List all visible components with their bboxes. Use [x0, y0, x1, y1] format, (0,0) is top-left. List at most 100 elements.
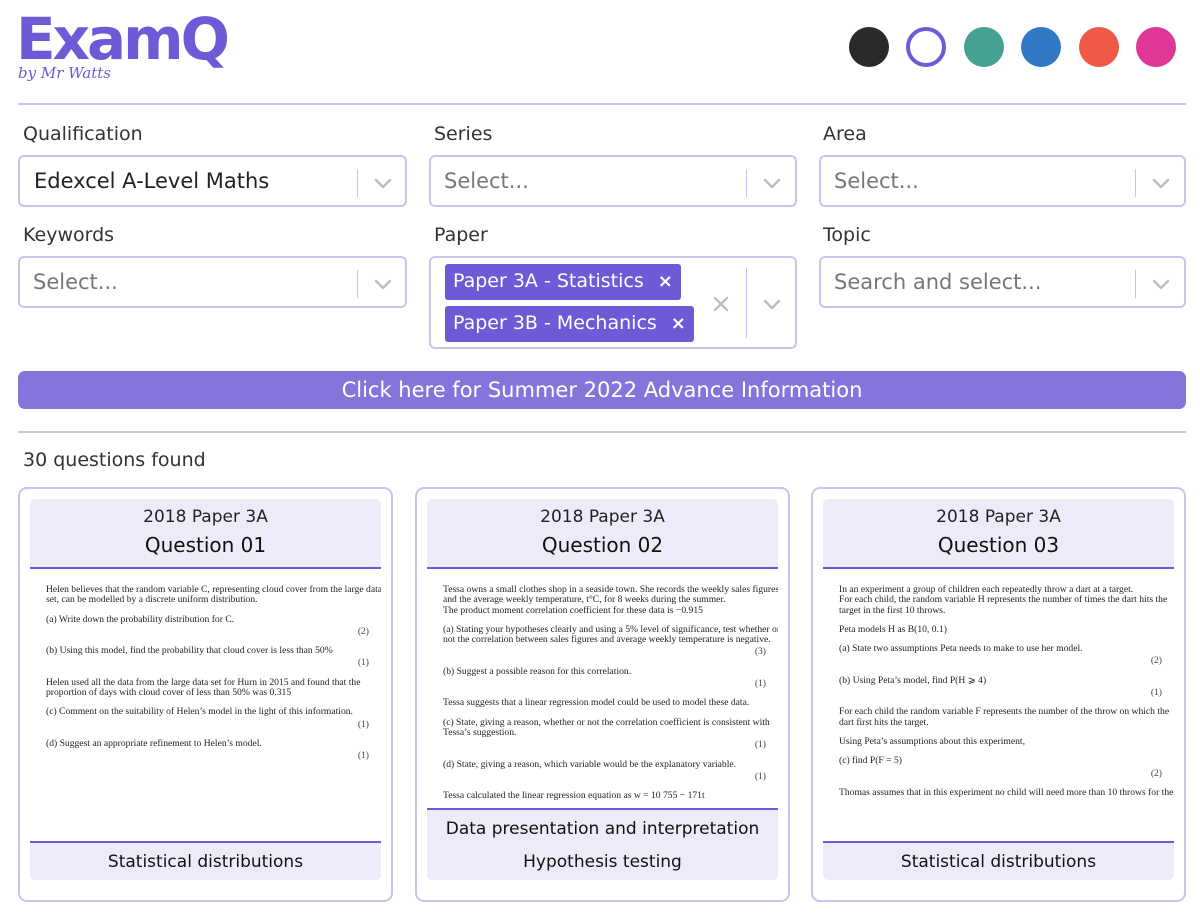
chevron-down-icon[interactable] [760, 292, 784, 316]
select-separator [1135, 270, 1136, 298]
topic-label: Topic [823, 224, 871, 246]
marks-label: (2) [357, 625, 369, 637]
question-preview: In an experiment a group of children eac… [823, 569, 1174, 817]
header-divider [18, 103, 1186, 105]
topic-search-select[interactable]: Search and select... [819, 256, 1186, 308]
marks-label: (3) [754, 646, 766, 658]
theme-swatch-pink[interactable] [1136, 27, 1176, 67]
select-separator [746, 169, 747, 197]
question-text-line: (b) Using Peta’s model, find P(H ⩾ 4) [839, 674, 987, 686]
remove-tag-icon[interactable]: × [671, 313, 686, 334]
question-text-line: Tessa suggests that a linear regression … [443, 697, 750, 709]
question-text-line: The product moment correlation coefficie… [443, 604, 703, 616]
question-card[interactable]: 2018 Paper 3A Question 02 Tessa owns a sma… [415, 487, 790, 902]
advance-information-banner[interactable]: Click here for Summer 2022 Advance Infor… [18, 371, 1186, 409]
theme-swatch-red[interactable] [1079, 27, 1119, 67]
card-paper-year: 2018 Paper 3A [540, 507, 665, 527]
question-text-line: (d) State, giving a reason, which variab… [443, 758, 737, 770]
card-header: 2018 Paper 3A Question 01 [30, 499, 381, 569]
series-select[interactable]: Select... [429, 155, 797, 207]
card-question-number: Question 03 [937, 533, 1060, 557]
question-text-line: Tessa’s suggestion. [443, 726, 517, 738]
qualification-value: Edexcel A-Level Maths [34, 169, 270, 193]
theme-swatch-teal[interactable] [964, 27, 1004, 67]
question-text-line: Thomas assumes that in this experiment n… [839, 786, 1174, 798]
question-text-line: (d) Suggest an appropriate refinement to… [46, 737, 262, 749]
marks-label: (1) [357, 657, 369, 669]
topic-placeholder: Search and select... [834, 270, 1042, 294]
question-text-line: Tessa calculated the linear regression e… [443, 790, 705, 802]
question-text-line: not the correlation between sales figure… [443, 634, 771, 646]
card-paper-year: 2018 Paper 3A [936, 507, 1061, 527]
clear-all-icon[interactable] [711, 294, 731, 314]
chevron-down-icon[interactable] [1149, 171, 1173, 195]
card-topics: Statistical distributions [823, 841, 1174, 880]
question-text-line: set, can be modelled by a discrete unifo… [46, 594, 258, 606]
card-header: 2018 Paper 3A Question 02 [427, 499, 778, 569]
question-text-line: (b) Suggest a possible reason for this c… [443, 665, 632, 677]
theme-swatch-dark[interactable] [849, 27, 889, 67]
marks-label: (1) [357, 718, 369, 730]
card-paper-year: 2018 Paper 3A [143, 507, 268, 527]
theme-swatch-blue[interactable] [1021, 27, 1061, 67]
chevron-down-icon[interactable] [371, 171, 395, 195]
question-text-line: dart first hits the target. [839, 716, 929, 728]
marks-label: (1) [357, 750, 369, 762]
question-text-line: target in the first 10 throws. [839, 604, 946, 616]
marks-label: (2) [1150, 655, 1162, 667]
paper-tag-label: Paper 3A - Statistics [453, 270, 644, 292]
chevron-down-icon[interactable] [1149, 272, 1173, 296]
select-separator [746, 268, 747, 338]
question-text-line: Using Peta’s assumptions about this expe… [839, 735, 1025, 747]
topic-label: Statistical distributions [107, 852, 304, 872]
paper-tag-3b: Paper 3B - Mechanics × [445, 306, 694, 342]
marks-label: (1) [754, 770, 766, 782]
keywords-label: Keywords [23, 224, 115, 246]
paper-label: Paper [434, 224, 488, 246]
paper-multiselect[interactable]: Paper 3A - Statistics × Paper 3B - Mechan… [429, 256, 797, 349]
keywords-select[interactable]: Select... [18, 256, 407, 308]
question-preview: Helen believes that the random variable … [30, 569, 381, 817]
theme-swatch-purple[interactable] [906, 27, 946, 67]
logo-wordmark: ExamQ [16, 5, 230, 73]
card-topics: Statistical distributions [30, 841, 381, 880]
question-text-line: (a) Write down the probability distribut… [46, 613, 235, 625]
question-text-line: proportion of days with cloud cover of l… [46, 687, 292, 699]
results-divider [18, 431, 1186, 433]
card-question-number: Question 01 [144, 533, 267, 557]
keywords-placeholder: Select... [33, 270, 118, 294]
qualification-label: Qualification [23, 123, 143, 145]
marks-label: (1) [754, 739, 766, 751]
question-text-line: (b) Using this model, find the probabili… [46, 645, 333, 657]
chevron-down-icon[interactable] [371, 272, 395, 296]
marks-label: (1) [1150, 687, 1162, 699]
paper-tag-3a: Paper 3A - Statistics × [445, 264, 681, 300]
select-separator [357, 270, 358, 298]
remove-tag-icon[interactable]: × [658, 271, 673, 292]
logo-tagline: by Mr Watts [18, 64, 111, 82]
area-select[interactable]: Select... [819, 155, 1186, 207]
series-label: Series [434, 123, 493, 145]
topic-label: Hypothesis testing [523, 852, 682, 872]
question-text-line: (c) Comment on the suitability of Helen’… [46, 706, 353, 718]
topic-label: Statistical distributions [900, 852, 1097, 872]
select-separator [1135, 169, 1136, 197]
series-placeholder: Select... [444, 169, 529, 193]
examq-logo[interactable]: ExamQ by Mr Watts [16, 5, 230, 90]
area-placeholder: Select... [834, 169, 919, 193]
question-text-line: Peta models H as B(10, 0.1) [839, 623, 947, 635]
chevron-down-icon[interactable] [760, 171, 784, 195]
question-text-line: (c) find P(F = 5) [839, 755, 902, 767]
question-card[interactable]: 2018 Paper 3A Question 01 Helen believes t… [18, 487, 393, 902]
qualification-select[interactable]: Edexcel A-Level Maths [18, 155, 407, 207]
question-preview: Tessa owns a small clothes shop in a sea… [427, 569, 778, 817]
card-question-number: Question 02 [541, 533, 664, 557]
question-card[interactable]: 2018 Paper 3A Question 03 In an experiment… [811, 487, 1186, 902]
card-topics: Data presentation and interpretation Hypo… [427, 808, 778, 880]
card-header: 2018 Paper 3A Question 03 [823, 499, 1174, 569]
area-label: Area [823, 123, 867, 145]
select-separator [357, 169, 358, 197]
paper-tag-label: Paper 3B - Mechanics [453, 312, 657, 334]
marks-label: (2) [1150, 767, 1162, 779]
results-count: 30 questions found [23, 449, 206, 471]
